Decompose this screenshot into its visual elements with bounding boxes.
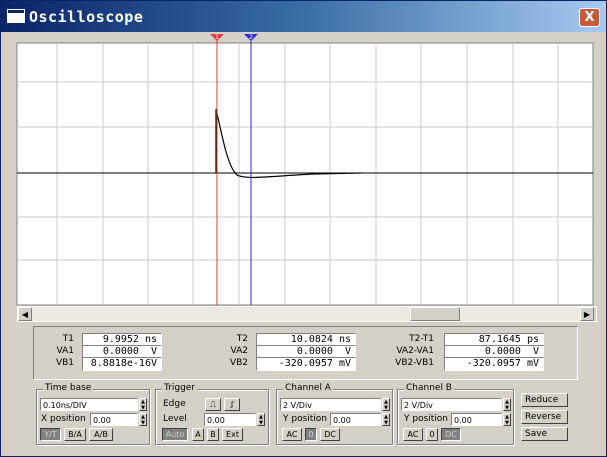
mode-ba-button[interactable]: B/A xyxy=(64,428,86,441)
xpos-field[interactable]: 0.00 xyxy=(90,413,138,426)
trigger-group: Trigger Edge ⎍ ⎎ Level 0.00 ▲ ▼ Auto A B … xyxy=(155,383,269,445)
level-spinner[interactable]: ▲ ▼ xyxy=(257,413,265,426)
channel-a-scale-spinner[interactable]: ▲ ▼ xyxy=(382,398,390,411)
trigger-ext-button[interactable]: Ext xyxy=(222,428,243,441)
scope-display[interactable]: 1 2 xyxy=(13,34,595,306)
channel-a-zero-button[interactable]: 0 xyxy=(305,428,317,441)
channel-a-ypos-spinner[interactable]: ▲ ▼ xyxy=(382,413,390,426)
readout-diff: T2-T1 87.1645 ps VA2-VA1 0.0000 V VB2-VB… xyxy=(382,333,577,371)
channel-a-ac-button[interactable]: AC xyxy=(282,428,302,441)
close-button[interactable]: X xyxy=(579,8,600,27)
channel-b-ypos-field[interactable]: 0.00 xyxy=(451,413,502,426)
xpos-spinner[interactable]: ▲ ▼ xyxy=(139,413,147,426)
vb1-label: VB1 xyxy=(55,358,74,368)
vb2-label: VB2 xyxy=(229,358,248,368)
t1-label: T1 xyxy=(62,334,74,344)
edge-label: Edge xyxy=(163,399,186,409)
cursor-1-label: 1 xyxy=(215,34,219,41)
channel-b-ac-button[interactable]: AC xyxy=(403,428,423,441)
mode-ab-button[interactable]: A/B xyxy=(89,428,113,441)
level-field[interactable]: 0.00 xyxy=(204,413,256,426)
channel-b-ypos-spinner[interactable]: ▲ ▼ xyxy=(503,413,511,426)
trigger-a-button[interactable]: A xyxy=(192,428,204,441)
cursor-readout-panel: T1 9.9952 ns VA1 0.0000 V VB1 8.8818e-16… xyxy=(33,326,578,380)
channel-a-ypos-label: Y position xyxy=(283,414,328,424)
channel-a-scale-field[interactable]: 2 V/Div xyxy=(280,398,381,411)
scope-screen: 1 2 xyxy=(16,34,594,306)
scroll-thumb[interactable] xyxy=(410,307,460,321)
timebase-scale-field[interactable]: 0.10ns/DIV xyxy=(40,398,138,411)
channel-b-ypos-label: Y position xyxy=(404,414,449,424)
vb2-value: -320.0957 mV xyxy=(256,357,356,371)
vb-diff-value: -320.0957 mV xyxy=(444,357,544,371)
channel-b-scale-field[interactable]: 2 V/Div xyxy=(401,398,502,411)
readout-t1: T1 9.9952 ns VA1 0.0000 V VB1 8.8818e-16… xyxy=(34,333,184,371)
va1-label: VA1 xyxy=(56,346,74,356)
va2-label: VA2 xyxy=(230,346,248,356)
channel-a-group: Channel A 2 V/Div ▲ ▼ Y position 0.00 ▲ ▼ … xyxy=(276,383,393,445)
window-title: Oscilloscope xyxy=(29,8,144,26)
timebase-group: Time base 0.10ns/DIV ▲ ▼ X position 0.00 … xyxy=(36,383,150,445)
trigger-auto-button[interactable]: Auto xyxy=(162,428,188,441)
trigger-b-button[interactable]: B xyxy=(207,428,219,441)
scroll-right-button[interactable]: ▶ xyxy=(580,307,594,321)
oscilloscope-window: Oscilloscope X 1 2 ◀ ▶ T1 9.9952 ns VA1 … xyxy=(0,0,607,457)
channel-b-dc-button[interactable]: DC xyxy=(441,428,461,441)
channel-b-group: Channel B 2 V/Div ▲ ▼ Y position 0.00 ▲ ▼ … xyxy=(397,383,514,445)
scroll-track[interactable] xyxy=(32,307,580,321)
t2-label: T2 xyxy=(236,334,248,344)
level-label: Level xyxy=(163,414,187,424)
timebase-scale-spinner[interactable]: ▲ ▼ xyxy=(139,398,147,411)
falling-edge-icon[interactable]: ⎎ xyxy=(224,398,240,411)
window-icon xyxy=(7,9,25,23)
readout-t2: T2 10.0824 ns VA2 0.0000 V VB2 -320.0957… xyxy=(204,333,364,371)
t-diff-label: T2-T1 xyxy=(409,334,434,344)
xpos-label: X position xyxy=(41,414,86,424)
channel-a-title: Channel A xyxy=(283,383,333,393)
channel-b-scale-spinner[interactable]: ▲ ▼ xyxy=(503,398,511,411)
title-bar[interactable]: Oscilloscope X xyxy=(1,1,606,32)
reduce-button[interactable]: Reduce xyxy=(521,393,568,407)
va-diff-label: VA2-VA1 xyxy=(396,346,434,356)
reverse-button[interactable]: Reverse xyxy=(521,410,568,424)
channel-b-title: Channel B xyxy=(404,383,454,393)
channel-b-zero-button[interactable]: 0 xyxy=(426,428,438,441)
timebase-title: Time base xyxy=(43,383,94,393)
mode-yt-button[interactable]: Y/T xyxy=(40,428,61,441)
vb-diff-label: VB2-VB1 xyxy=(395,358,434,368)
channel-a-dc-button[interactable]: DC xyxy=(320,428,340,441)
save-button[interactable]: Save xyxy=(521,427,568,441)
cursor-2-label: 2 xyxy=(249,34,253,41)
vb1-value: 8.8818e-16V xyxy=(82,357,162,371)
horizontal-scrollbar[interactable]: ◀ ▶ xyxy=(17,306,597,322)
trigger-title: Trigger xyxy=(162,383,198,393)
channel-a-ypos-field[interactable]: 0.00 xyxy=(330,413,381,426)
rising-edge-icon[interactable]: ⎍ xyxy=(205,398,221,411)
scroll-left-button[interactable]: ◀ xyxy=(18,307,32,321)
